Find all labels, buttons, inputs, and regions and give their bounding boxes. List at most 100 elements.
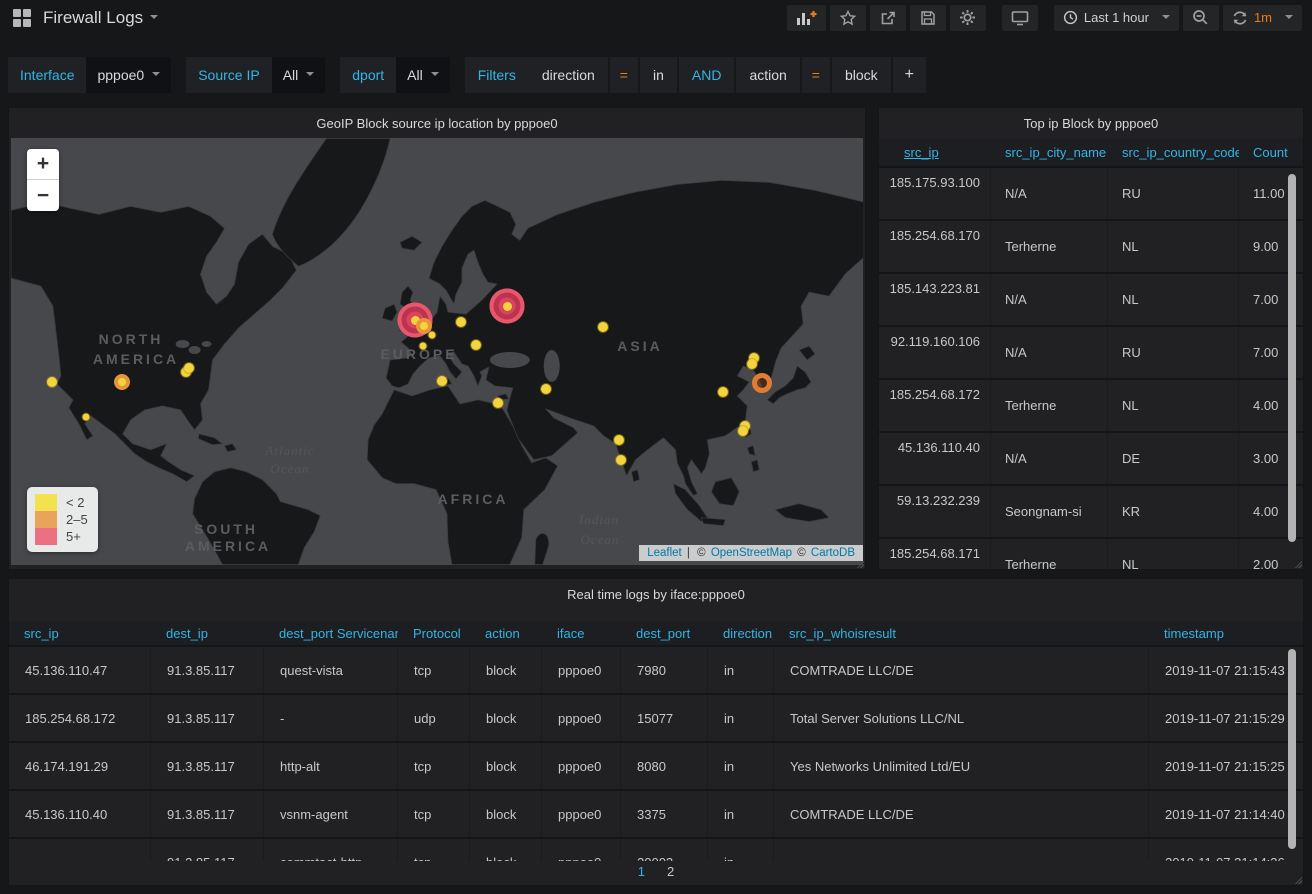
logs-scrollbar-thumb[interactable] bbox=[1288, 649, 1296, 849]
table-cell: in bbox=[708, 839, 774, 861]
add-panel-button[interactable] bbox=[787, 5, 826, 31]
table-row: 185.254.68.170TerherneNL9.00 bbox=[879, 219, 1303, 272]
map-marker-orange-ring[interactable] bbox=[752, 373, 772, 393]
map-marker-dot-sm[interactable] bbox=[429, 332, 436, 339]
map-marker-bullseye[interactable] bbox=[490, 289, 525, 324]
table-cell: vsnm-agent bbox=[264, 791, 398, 837]
column-header[interactable]: src_ip bbox=[879, 138, 991, 166]
map-zoom-out-button[interactable]: − bbox=[27, 180, 59, 211]
map-marker-dot[interactable] bbox=[738, 426, 748, 436]
table-cell: N/A bbox=[991, 274, 1108, 325]
map-marker-dot[interactable] bbox=[493, 398, 503, 408]
map-label: AMERICA bbox=[93, 351, 179, 367]
map-label: NORTH bbox=[99, 331, 164, 347]
logs-panel-title[interactable]: Real time logs by iface:pppoe0 bbox=[9, 579, 1303, 609]
table-cell: N/A bbox=[991, 433, 1108, 484]
dashboard-grid-icon[interactable] bbox=[13, 9, 31, 27]
map-marker-dot[interactable] bbox=[614, 435, 624, 445]
filter-token-value[interactable]: block bbox=[832, 57, 891, 93]
pagination-page[interactable]: 1 bbox=[638, 864, 645, 879]
legend-label: 2–5 bbox=[66, 512, 88, 527]
attribution-link[interactable]: Leaflet bbox=[647, 547, 682, 559]
filter-token-value[interactable]: in bbox=[640, 57, 677, 93]
table-cell: 20002 bbox=[621, 839, 708, 861]
filter-token-field[interactable]: direction bbox=[529, 57, 608, 93]
map-marker-dot[interactable] bbox=[718, 387, 728, 397]
share-button[interactable] bbox=[870, 5, 906, 31]
attribution-link[interactable]: CartoDB bbox=[811, 547, 855, 559]
table-cell: tcp bbox=[398, 839, 470, 861]
column-header[interactable]: dest_port bbox=[621, 621, 708, 645]
map-marker-dot[interactable] bbox=[437, 376, 447, 386]
map-zoom-in-button[interactable]: + bbox=[27, 149, 59, 180]
table-row: 91.3.85.117commtact-httptcpblockpppoe020… bbox=[9, 837, 1303, 861]
column-header[interactable]: Count bbox=[1239, 138, 1303, 166]
table-row: 185.175.93.100N/ARU11.00 bbox=[879, 166, 1303, 219]
variable-group: dportAll bbox=[340, 57, 449, 93]
map-marker-dot[interactable] bbox=[456, 317, 466, 327]
top-ip-panel: Top ip Block by pppoe0 src_ipsrc_ip_city… bbox=[878, 107, 1304, 570]
table-cell: 2019-11-07 21:14:36 bbox=[1149, 839, 1289, 861]
column-header[interactable]: src_ip_whoisresult bbox=[774, 621, 1149, 645]
add-filter-button[interactable]: + bbox=[893, 57, 926, 93]
column-header[interactable]: src_ip_city_name bbox=[991, 138, 1108, 166]
dropdown-caret-icon bbox=[431, 72, 439, 80]
column-header[interactable]: iface bbox=[542, 621, 621, 645]
table-cell: pppoe0 bbox=[542, 791, 621, 837]
map-marker-dot[interactable] bbox=[184, 363, 194, 373]
table-cell: 185.254.68.172 bbox=[879, 380, 991, 431]
table-cell: 91.3.85.117 bbox=[151, 839, 264, 861]
column-header[interactable]: direction bbox=[708, 621, 774, 645]
filter-token-op[interactable]: = bbox=[802, 57, 830, 93]
attribution-link[interactable]: OpenStreetMap bbox=[711, 547, 792, 559]
column-header[interactable]: action bbox=[470, 621, 542, 645]
variable-value-dropdown[interactable]: pppoe0 bbox=[86, 57, 171, 93]
map-marker-dot-sm[interactable] bbox=[420, 343, 427, 350]
time-range-picker[interactable]: Last 1 hour bbox=[1054, 5, 1179, 31]
map-marker-dot[interactable] bbox=[747, 359, 757, 369]
zoom-out-button[interactable] bbox=[1183, 5, 1219, 31]
table-cell: 2019-11-07 21:14:40 bbox=[1149, 791, 1289, 837]
table-cell: 91.3.85.117 bbox=[151, 743, 264, 789]
table-cell: 2019-11-07 21:15:43 bbox=[1149, 647, 1289, 693]
map-marker-dot[interactable] bbox=[47, 377, 57, 387]
column-header[interactable]: src_ip_country_code bbox=[1108, 138, 1239, 166]
variable-value-dropdown[interactable]: All bbox=[272, 57, 326, 93]
filter-token-keyword[interactable]: AND bbox=[679, 57, 735, 93]
map-marker-dot-sm[interactable] bbox=[83, 414, 90, 421]
table-cell: 185.254.68.171 bbox=[879, 539, 991, 570]
top-ip-panel-title[interactable]: Top ip Block by pppoe0 bbox=[879, 108, 1303, 138]
table-cell: pppoe0 bbox=[542, 695, 621, 741]
map-marker-dot[interactable] bbox=[471, 340, 481, 350]
top-ip-scrollbar-thumb[interactable] bbox=[1288, 174, 1296, 542]
save-button[interactable] bbox=[910, 5, 946, 31]
map-panel-title[interactable]: GeoIP Block source ip location by pppoe0 bbox=[9, 108, 865, 138]
title-caret-icon[interactable] bbox=[150, 15, 158, 23]
filter-token-op[interactable]: = bbox=[610, 57, 638, 93]
table-row: 59.13.232.239Seongnam-siKR4.00 bbox=[879, 484, 1303, 537]
table-cell: RU bbox=[1108, 168, 1239, 219]
column-header[interactable]: dest_port Servicename bbox=[264, 621, 398, 645]
column-header[interactable]: src_ip bbox=[9, 621, 151, 645]
column-header[interactable]: dest_ip bbox=[151, 621, 264, 645]
map-marker-dot[interactable] bbox=[598, 322, 608, 332]
submenu: Interfacepppoe0Source IPAlldportAll Filt… bbox=[0, 33, 1312, 107]
column-header[interactable]: Protocol bbox=[398, 621, 470, 645]
filter-token-field[interactable]: action bbox=[736, 57, 799, 93]
dashboard-title[interactable]: Firewall Logs bbox=[43, 8, 143, 28]
column-header[interactable]: timestamp bbox=[1149, 621, 1289, 645]
refresh-button[interactable]: 1m bbox=[1223, 5, 1302, 31]
star-button[interactable] bbox=[830, 5, 866, 31]
map-marker-dot[interactable] bbox=[541, 384, 551, 394]
map-marker-orange-dot[interactable] bbox=[114, 374, 130, 390]
map-marker-dot[interactable] bbox=[616, 455, 626, 465]
time-range-caret-icon bbox=[1162, 15, 1170, 23]
variable-value-dropdown[interactable]: All bbox=[396, 57, 450, 93]
table-cell: 8080 bbox=[621, 743, 708, 789]
variable-group: Source IPAll bbox=[186, 57, 325, 93]
world-map[interactable]: NORTHAMERICAEUROPEASIAAFRICASOUTHAMERICA… bbox=[11, 138, 863, 565]
settings-button[interactable] bbox=[950, 5, 986, 31]
pagination-page[interactable]: 2 bbox=[667, 864, 674, 879]
table-cell: block bbox=[470, 743, 542, 789]
cycle-view-button[interactable] bbox=[1002, 5, 1038, 31]
